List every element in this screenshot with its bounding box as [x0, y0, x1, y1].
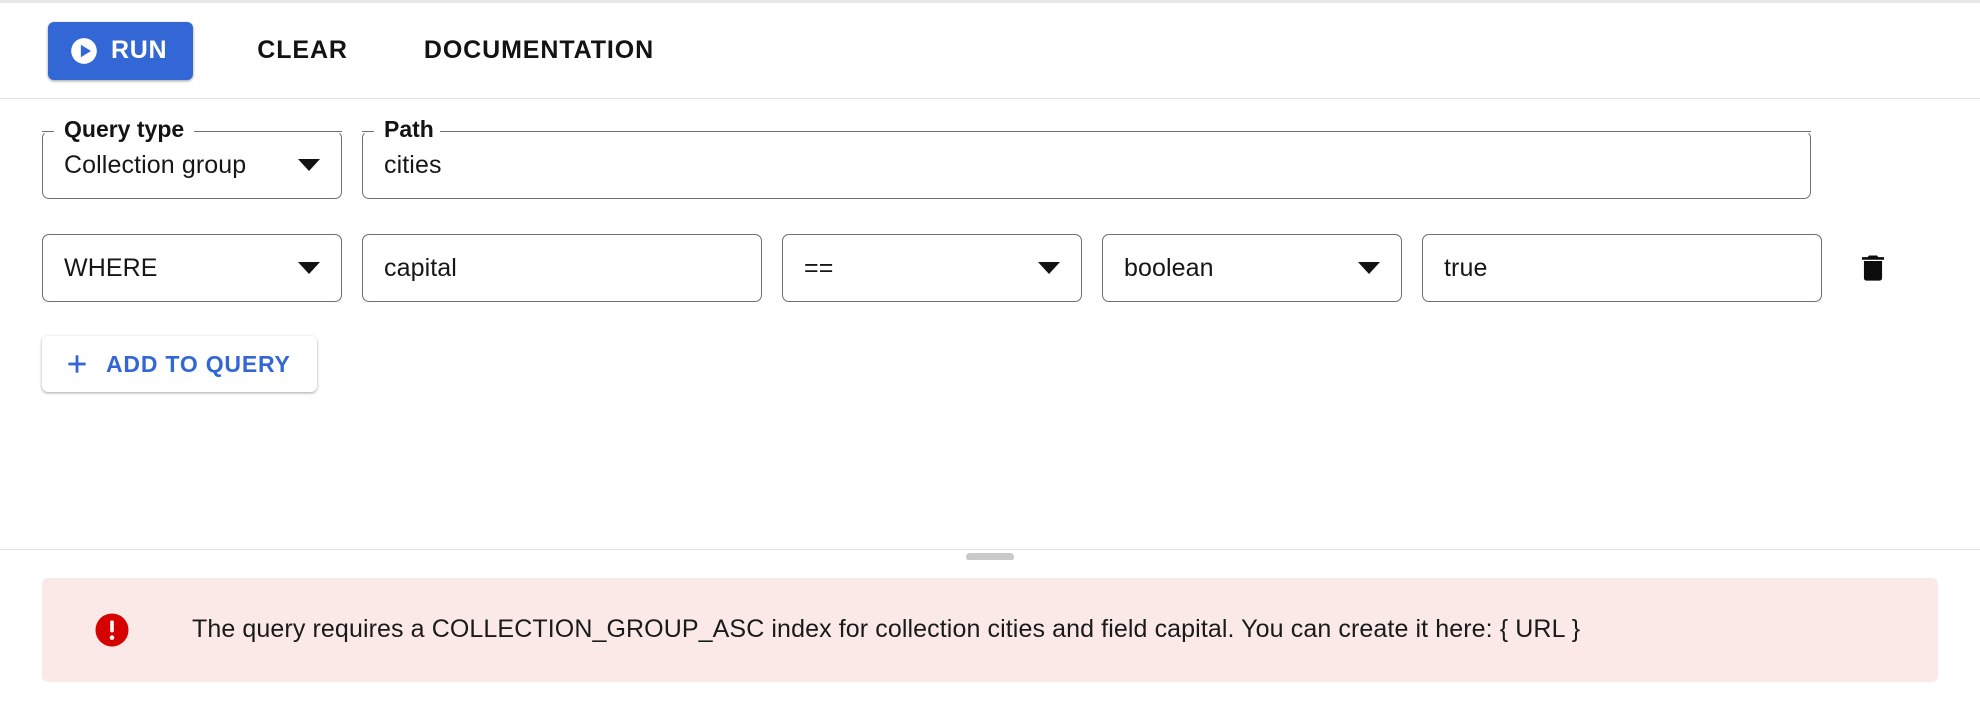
clause-value-input[interactable]: true: [1422, 234, 1822, 302]
run-query-button[interactable]: RUN: [48, 21, 194, 80]
path-notch-right: [438, 131, 1811, 132]
trash-icon: [1861, 255, 1885, 281]
error-message: The query requires a COLLECTION_GROUP_AS…: [192, 615, 1581, 644]
error-circle-icon: [95, 613, 129, 647]
clause-operation-select[interactable]: WHERE: [42, 234, 342, 302]
clause-operator-select[interactable]: ==: [782, 234, 1082, 302]
query-type-value: Collection group: [64, 150, 247, 179]
query-results-pane: The query requires a COLLECTION_GROUP_AS…: [0, 560, 1980, 716]
clause-type-select[interactable]: boolean: [1102, 234, 1402, 302]
path-outline: [362, 131, 1811, 199]
chevron-down-icon: [1038, 262, 1060, 274]
delete-clause-button[interactable]: [1850, 245, 1896, 291]
query-type-notch-left: [42, 131, 54, 132]
query-toolbar: RUN CLEAR DOCUMENTATION: [0, 3, 1980, 99]
plus-icon: [68, 355, 86, 373]
firestore-query-builder-panel: RUN CLEAR DOCUMENTATION Query type Colle…: [0, 0, 1980, 716]
clause-operation-value: WHERE: [64, 253, 158, 282]
run-button-label: RUN: [111, 36, 168, 64]
path-value: cities: [384, 150, 442, 179]
clause-field-value: capital: [384, 253, 457, 282]
chevron-down-icon: [1358, 262, 1380, 274]
documentation-button[interactable]: DOCUMENTATION: [406, 26, 672, 75]
add-to-query-label: ADD TO QUERY: [106, 350, 291, 377]
clause-value-value: true: [1444, 253, 1488, 282]
clause-field-input[interactable]: capital: [362, 234, 762, 302]
add-to-query-button[interactable]: ADD TO QUERY: [42, 336, 317, 392]
results-divider: [0, 549, 1980, 550]
clause-operator-value: ==: [804, 253, 834, 282]
chevron-down-icon: [298, 262, 320, 274]
clear-query-button[interactable]: CLEAR: [239, 26, 366, 75]
query-type-select[interactable]: Query type Collection group: [42, 116, 342, 199]
play-circle-icon: [71, 37, 97, 64]
clause-type-value: boolean: [1124, 253, 1214, 282]
error-banner: The query requires a COLLECTION_GROUP_AS…: [42, 578, 1938, 682]
chevron-down-icon: [298, 159, 320, 171]
query-form-area: Query type Collection group Path cities …: [0, 100, 1980, 549]
path-notch-left: [362, 131, 374, 132]
path-input[interactable]: Path cities: [362, 116, 1811, 199]
